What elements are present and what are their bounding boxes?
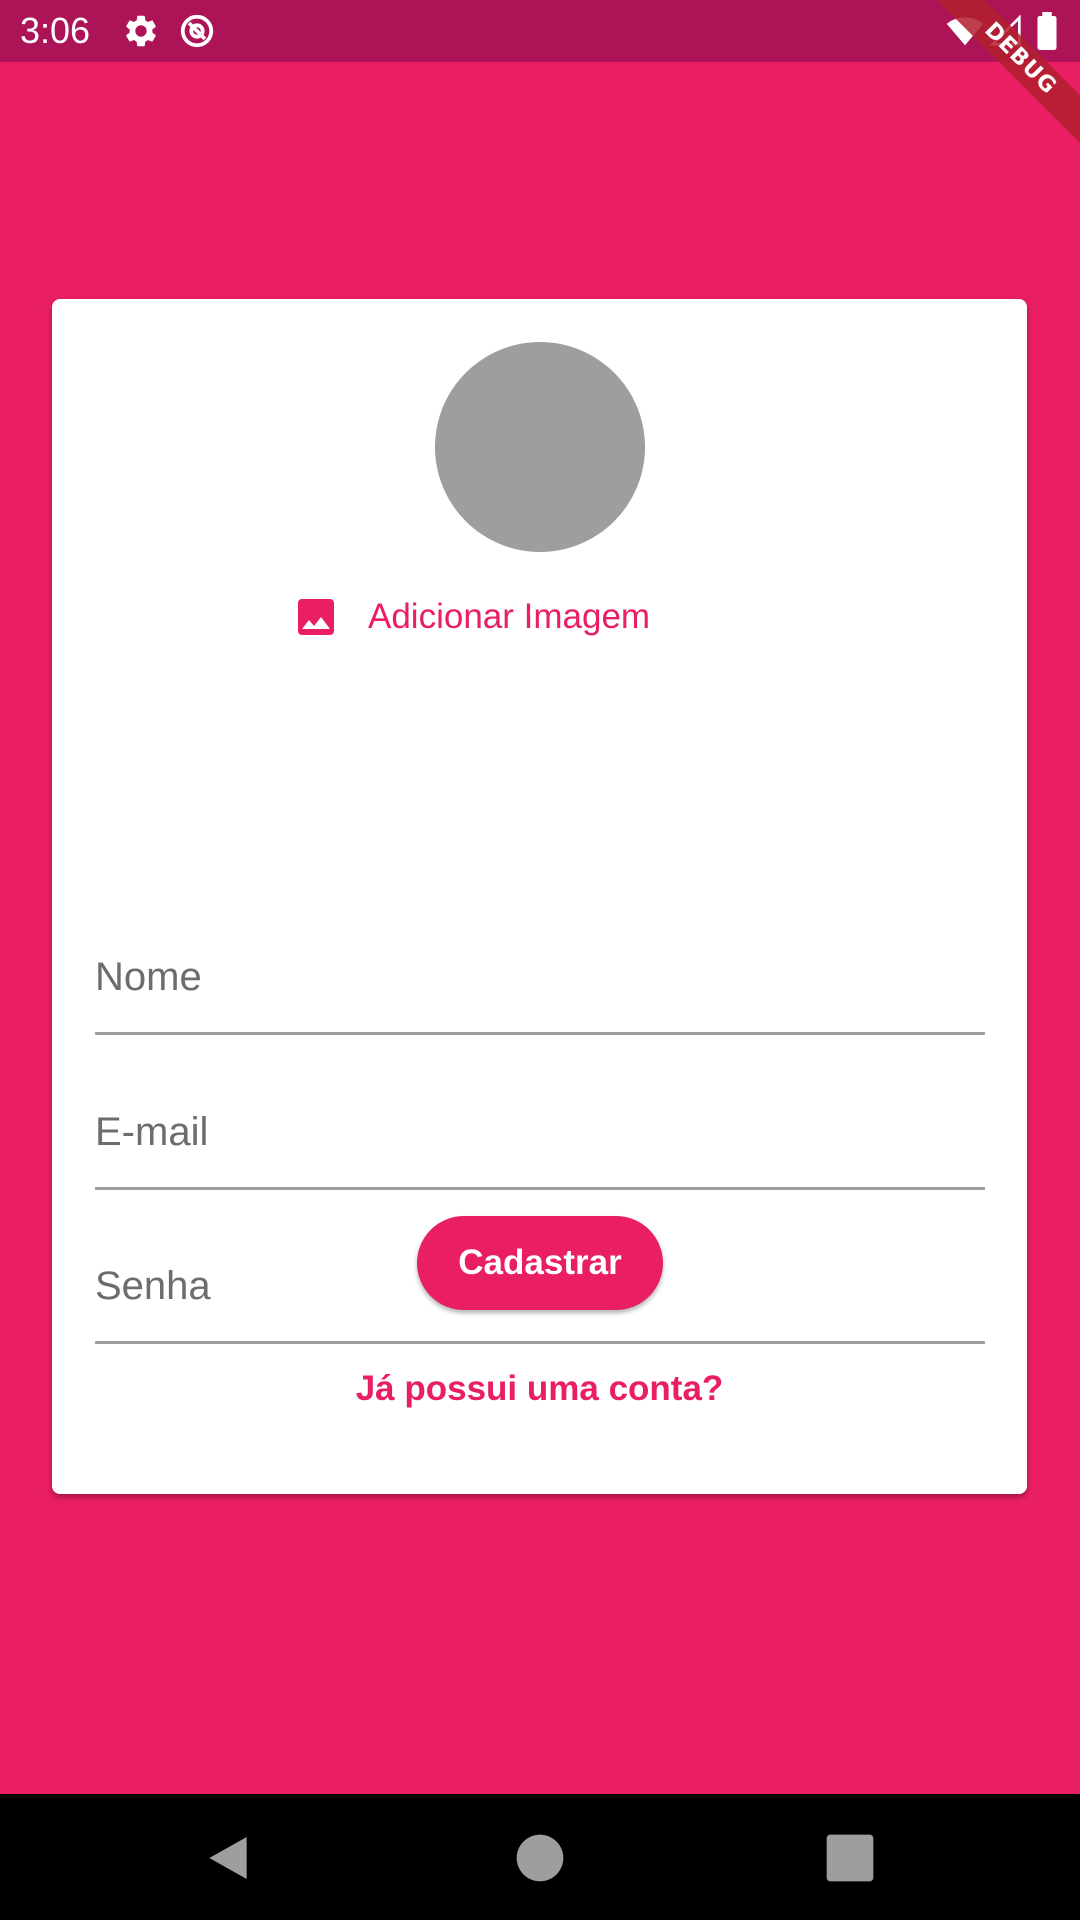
name-field-container	[95, 922, 985, 1035]
status-time: 3:06	[20, 10, 91, 51]
at-sign-icon	[178, 12, 216, 50]
cell-signal-icon	[990, 12, 1022, 50]
back-icon[interactable]	[200, 1830, 256, 1886]
navigation-bar	[0, 1794, 1080, 1920]
image-icon	[292, 593, 340, 641]
home-icon[interactable]	[512, 1830, 568, 1886]
email-field-container	[95, 1077, 985, 1190]
register-button[interactable]: Cadastrar	[417, 1216, 663, 1310]
status-bar: 3:06	[0, 0, 1080, 62]
signup-card: Adicionar Imagem Cadastrar Já possui uma…	[52, 299, 1027, 1494]
battery-icon	[1032, 12, 1062, 50]
login-link[interactable]: Já possui uma conta?	[52, 1369, 1027, 1409]
settings-icon	[122, 12, 160, 50]
name-input[interactable]	[95, 922, 985, 1032]
avatar-placeholder[interactable]	[435, 342, 645, 552]
add-image-label: Adicionar Imagem	[368, 597, 651, 636]
wifi-icon	[944, 12, 986, 50]
recents-icon[interactable]	[822, 1830, 878, 1886]
email-input[interactable]	[95, 1077, 985, 1187]
add-image-button[interactable]: Adicionar Imagem	[292, 589, 650, 645]
